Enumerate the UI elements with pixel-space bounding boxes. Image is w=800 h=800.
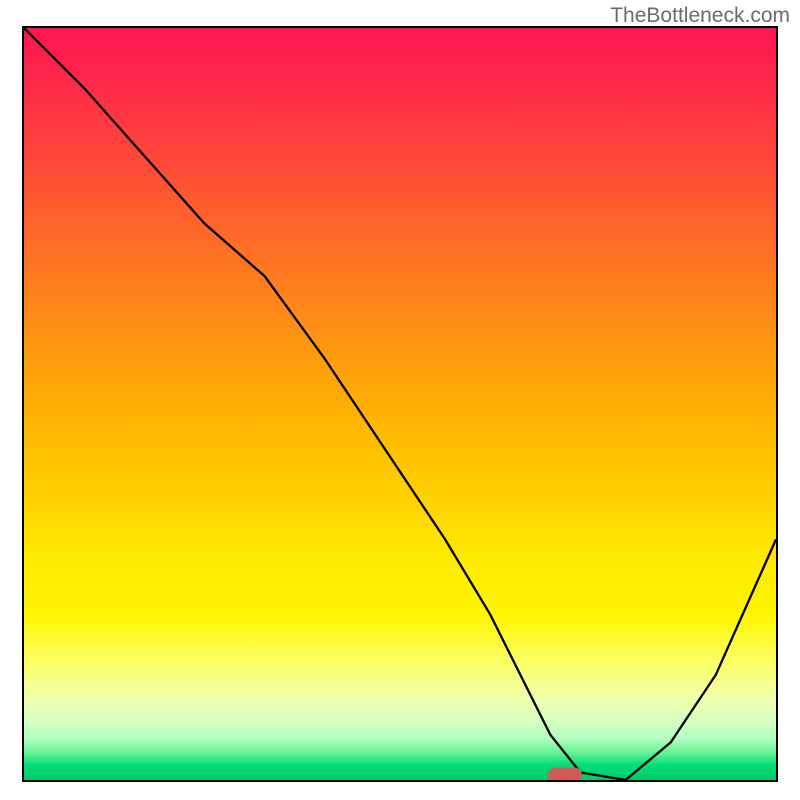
watermark-label: TheBottleneck.com [610,4,790,28]
plot-frame [22,26,778,782]
optimal-point-marker [548,768,582,782]
bottleneck-curve [24,28,776,780]
chart-container: TheBottleneck.com [0,0,800,800]
